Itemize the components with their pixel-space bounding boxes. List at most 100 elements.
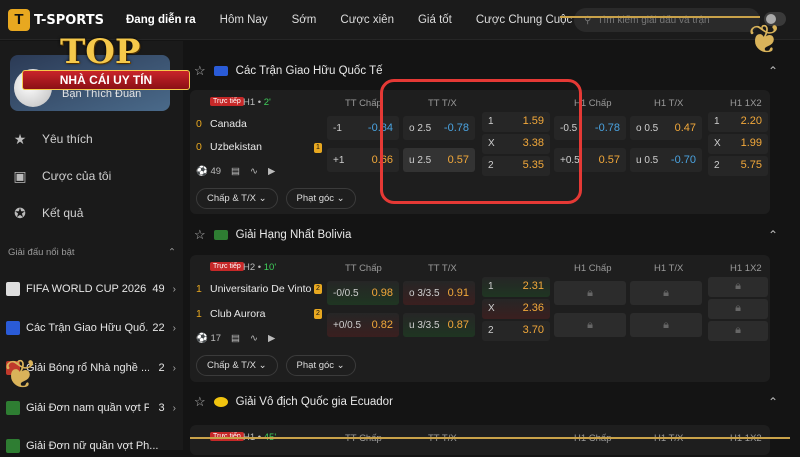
league-title: Giải Hạng Nhất Bolivia: [235, 229, 352, 241]
nav-tabs: Đang diễn ra Hôm Nay Sớm Cược xiên Giá t…: [126, 0, 596, 40]
yellow-card-icon: 2: [314, 284, 322, 294]
lock-icon: 🔒︎: [735, 280, 741, 292]
sidebar-item-results[interactable]: ✪ Kết quả: [12, 205, 83, 221]
league-logo-icon: [6, 439, 20, 453]
markets-count[interactable]: ⚽ 49: [196, 166, 221, 177]
league-count: 22: [152, 322, 165, 334]
chart-icon[interactable]: ∿: [250, 333, 258, 344]
chevron-right-icon: ›: [172, 283, 176, 295]
market-tab-corners[interactable]: Phạt góc ⌄: [285, 188, 356, 209]
brand[interactable]: T T-SPORTS: [8, 9, 104, 31]
locked-odds-cell: 🔒︎: [708, 277, 768, 297]
nav-tab-outright[interactable]: Cược Chung Cuộc: [476, 14, 572, 26]
column-header: TT Chấp: [345, 98, 382, 109]
league-item[interactable]: Giải Đơn nữ quần vợt Ph...: [6, 435, 176, 457]
sidebar-item-my-bets[interactable]: ▣ Cược của tôi: [12, 168, 111, 184]
ornament-icon: ❦: [4, 353, 38, 397]
odds-cell[interactable]: X 1.99: [708, 134, 768, 154]
live-badge: Trực tiếp: [210, 97, 244, 106]
league-item[interactable]: FIFA WORLD CUP 2026 49 ›: [6, 278, 176, 300]
nav-tab-today[interactable]: Hôm Nay: [220, 14, 268, 26]
nav-tab-best-odds[interactable]: Giá tốt: [418, 14, 452, 26]
star-icon[interactable]: ☆: [194, 63, 206, 79]
nav-tab-parlay[interactable]: Cược xiên: [340, 14, 394, 26]
column-header: H1 1X2: [730, 98, 762, 109]
live-badge: Trực tiếp: [210, 262, 244, 271]
star-icon: ★: [13, 131, 27, 147]
play-icon[interactable]: ▶: [268, 333, 275, 344]
odds-cell[interactable]: +0/0.5 0.82: [327, 313, 399, 337]
brand-logo-icon: T: [8, 9, 30, 31]
sidebar-item-label: Cược của tôi: [42, 169, 112, 183]
play-icon[interactable]: ▶: [268, 166, 275, 177]
odds-cell[interactable]: u 3/3.5 0.87: [403, 313, 475, 337]
odds-cell[interactable]: X 2.36: [482, 299, 550, 319]
medal-icon: ✪: [14, 205, 26, 221]
odds-cell[interactable]: o 0.5 0.47: [630, 116, 702, 140]
ornament-icon: ❦: [748, 18, 782, 62]
stats-icon[interactable]: ▤: [231, 166, 240, 177]
odds-cell[interactable]: -0/0.5 0.98: [327, 281, 399, 305]
chart-icon[interactable]: ∿: [250, 166, 258, 177]
odds-cell[interactable]: 1 2.31: [482, 277, 550, 297]
odds-cell[interactable]: 2 5.75: [708, 156, 768, 176]
chevron-right-icon: ›: [172, 362, 176, 374]
match-card: Trực tiếp H1 • 45' TT Chấp TT T/X H1 Chấ…: [190, 425, 770, 455]
odds-cell[interactable]: u 0.5 -0.70: [630, 148, 702, 172]
chevron-right-icon: ›: [172, 322, 176, 334]
away-team[interactable]: 0 Uzbekistan: [196, 141, 262, 153]
chevron-up-icon[interactable]: ⌃: [768, 395, 778, 409]
league-name: Giải Đơn nữ quần vợt Ph...: [26, 440, 159, 452]
match-meta: ⚽ 17 ▤ ∿ ▶: [196, 333, 275, 344]
markets-count[interactable]: ⚽ 17: [196, 333, 221, 344]
league-header[interactable]: ☆ Giải Hạng Nhất Bolivia: [194, 224, 351, 246]
stats-icon[interactable]: ▤: [231, 333, 240, 344]
league-header[interactable]: ☆ Giải Vô địch Quốc gia Ecuador: [194, 391, 393, 413]
locked-odds-cell: 🔒︎: [630, 281, 702, 305]
lock-icon: 🔒︎: [735, 324, 741, 336]
yellow-card-icon: 1: [314, 143, 322, 153]
odds-cell[interactable]: 2 3.70: [482, 321, 550, 341]
market-tabs: Chấp & T/X ⌄ Phạt góc ⌄: [196, 355, 356, 376]
star-icon[interactable]: ☆: [194, 227, 206, 243]
market-tab-handicap[interactable]: Chấp & T/X ⌄: [196, 355, 278, 376]
decorative-frame-line: [560, 16, 760, 18]
locked-odds-cell: 🔒︎: [630, 313, 702, 337]
market-tab-handicap[interactable]: Chấp & T/X ⌄: [196, 188, 278, 209]
lock-icon: 🔒︎: [735, 302, 741, 314]
featured-leagues-header[interactable]: Giải đấu nổi bật ⌃: [8, 247, 176, 258]
lock-icon: 🔒︎: [587, 319, 593, 331]
chevron-up-icon: ⌃: [168, 247, 176, 258]
nav-tab-live[interactable]: Đang diễn ra: [126, 14, 196, 26]
odds-cell[interactable]: 1 2.20: [708, 112, 768, 132]
promo-title: TOP: [60, 32, 141, 72]
section-title: Giải đấu nổi bật: [8, 247, 75, 258]
nav-tab-early[interactable]: Sớm: [292, 14, 317, 26]
league-count: 3: [158, 402, 165, 414]
star-icon[interactable]: ☆: [194, 394, 206, 410]
column-header: TT T/X: [428, 263, 457, 274]
sidebar-item-label: Yêu thích: [42, 132, 93, 146]
market-tab-corners[interactable]: Phạt góc ⌄: [285, 355, 356, 376]
league-item[interactable]: Các Trận Giao Hữu Quố... 22 ›: [6, 317, 176, 339]
league-logo-icon: [213, 397, 228, 407]
column-header: H1 Chấp: [574, 263, 612, 274]
highlight-box: [380, 79, 582, 204]
sidebar-item-favorites[interactable]: ★ Yêu thích: [12, 131, 93, 147]
locked-odds-cell: 🔒︎: [708, 299, 768, 319]
decorative-frame-line: [190, 437, 790, 439]
away-team[interactable]: 1 Club Aurora: [196, 308, 265, 320]
home-team[interactable]: 1 Universitario De Vinto: [196, 283, 311, 295]
lock-icon: 🔒︎: [587, 287, 593, 299]
league-name: Các Trận Giao Hữu Quố...: [26, 322, 149, 334]
league-logo-icon: [6, 321, 20, 335]
search-input[interactable]: ⚲ Tìm kiếm giải đấu và trận: [574, 8, 760, 32]
locked-odds-cell: 🔒︎: [554, 313, 626, 337]
sidebar-item-label: Kết quả: [42, 206, 84, 220]
league-count: 2: [158, 362, 165, 374]
home-team[interactable]: 0 Canada: [196, 118, 247, 130]
odds-cell[interactable]: o 3/3.5 0.91: [403, 281, 475, 305]
league-logo-icon: [213, 230, 228, 240]
chevron-up-icon[interactable]: ⌃: [768, 228, 778, 242]
league-header[interactable]: ☆ Các Trận Giao Hữu Quốc Tế: [194, 60, 382, 82]
